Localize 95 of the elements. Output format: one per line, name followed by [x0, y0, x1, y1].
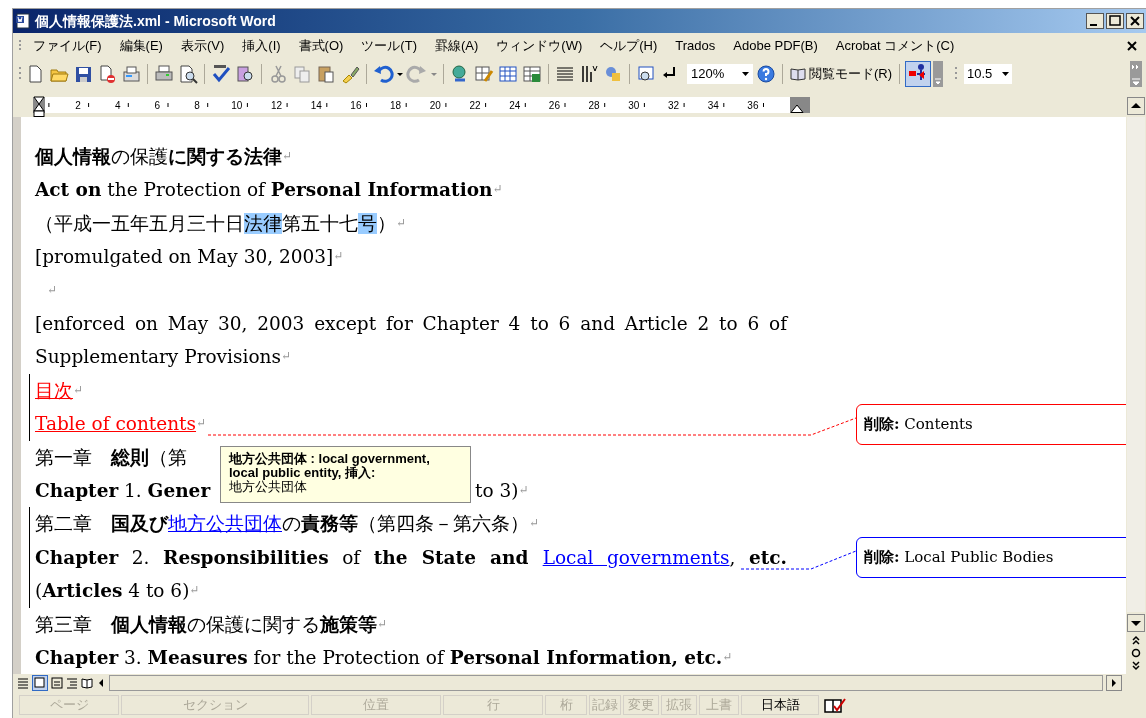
left-indent-marker[interactable]	[33, 96, 45, 117]
menu-item[interactable]: ツール(T)	[354, 34, 424, 58]
book-icon[interactable]	[81, 677, 93, 689]
ruler-number: 4	[114, 100, 121, 111]
paragraph: Act on the Protection of Personal Information↵	[34, 178, 503, 203]
menu-item[interactable]: 書式(O)	[291, 34, 351, 58]
caret-icon	[742, 72, 749, 76]
ruler-number: 18	[390, 100, 402, 111]
paragraph: [enforced on May 30, 2003 except for Chapter 4 to 6 and Article 2 to 6 of Supplementary Provisions↵	[34, 312, 787, 370]
paragraph: 第二章 国及び地方公共団体の責務等（第四条－第六条）↵	[29, 507, 540, 541]
ruler-number: 6	[154, 100, 161, 111]
caret-icon	[1002, 72, 1010, 76]
menu-item[interactable]: ウィンドウ(W)	[489, 34, 590, 58]
book-icon	[790, 67, 806, 81]
spelling-status-icon	[821, 696, 849, 714]
ruler-number: 30	[628, 100, 640, 111]
reading-mode-button[interactable]: 閲覧モード(R)	[788, 63, 895, 85]
layout-view-icon[interactable]	[32, 675, 48, 691]
paragraph: Chapter 2. Responsibilities of the State and Local governments, etc. (Articles 4 to 6)↵	[29, 540, 787, 608]
status-item: 位置	[311, 695, 441, 715]
paragraph: [promulgated on May 30, 2003]↵	[34, 245, 344, 270]
ruler-number: 12	[270, 100, 283, 111]
paragraph: 第一章 総則（第	[34, 445, 187, 470]
normal-view-icon[interactable]	[17, 677, 29, 689]
ruler-number: 20	[429, 100, 441, 111]
window-title: 個人情報保護法.xml - Microsoft Word	[35, 11, 276, 31]
word-document-icon	[15, 13, 31, 29]
menu-item[interactable]: 表示(V)	[173, 34, 232, 58]
print-preview-icon[interactable]	[177, 63, 199, 85]
browse-object-icon[interactable]	[1131, 648, 1141, 658]
zoom-dropdown[interactable]: 120%	[687, 64, 753, 84]
spreadsheet-icon[interactable]	[521, 63, 543, 85]
menu-item[interactable]: Trados	[668, 34, 723, 58]
paste-icon[interactable]	[315, 63, 337, 85]
ruler-number: 16	[350, 100, 362, 111]
status-item: 記録	[589, 695, 621, 715]
status-item: 変更	[623, 695, 659, 715]
close-button[interactable]	[1126, 13, 1144, 29]
menu-item[interactable]: 挿入(I)	[235, 34, 288, 58]
previous-page-icon[interactable]	[1131, 634, 1141, 646]
maximize-button[interactable]	[1106, 13, 1124, 29]
menu-item[interactable]: 編集(E)	[112, 34, 170, 58]
paragraph: （平成一五年五月三十日法律第五十七号）↵	[34, 211, 407, 236]
paragraph: 個人情報の保護に関する法律↵	[33, 145, 293, 169]
fax-icon[interactable]	[120, 63, 142, 85]
ruler-number: 8	[194, 100, 200, 111]
status-item: 拡張	[661, 695, 697, 715]
balloon-text: 削除: Local Public Bodies	[864, 547, 1054, 569]
balloon-text: 削除: Contents	[864, 414, 973, 436]
web-view-icon[interactable]	[51, 677, 63, 689]
paragraph: 第三章 個人情報の保護に関する施策等↵	[34, 612, 388, 637]
minimize-button[interactable]	[1086, 13, 1104, 29]
table-icon[interactable]	[497, 63, 519, 85]
menu-item[interactable]: Adobe PDF(B)	[726, 34, 825, 58]
close-icon[interactable]	[1126, 40, 1138, 52]
paragraph: Table of contents↵	[29, 407, 207, 441]
ruler-number: 32	[667, 100, 680, 111]
ruler-number: 34	[707, 100, 719, 111]
caret-icon[interactable]	[396, 71, 404, 77]
ruler-number: 22	[469, 100, 481, 111]
status-item: 桁	[545, 695, 587, 715]
status-item: 日本語	[741, 695, 819, 715]
paragraph: 目次↵	[29, 373, 84, 408]
ruler-number: 2	[75, 100, 81, 111]
status-item: セクション	[121, 695, 309, 715]
spellcheck-icon[interactable]	[210, 63, 232, 85]
paragraph-text: to 3)↵	[475, 479, 529, 504]
help-icon[interactable]	[755, 63, 777, 85]
ruler-number: 24	[509, 100, 521, 111]
menu-item[interactable]: Acrobat コメント(C)	[828, 34, 962, 58]
toolbar-options-icon[interactable]	[1130, 61, 1142, 87]
tooltip-text: 地方公共団体	[229, 480, 307, 494]
font-size-dropdown[interactable]: 10.5	[964, 64, 1013, 84]
menu-item[interactable]: ヘルプ(H)	[593, 34, 665, 58]
tooltip-heading: 地方公共団体 : local government, local public entity, 挿入:	[229, 452, 431, 480]
right-indent-marker[interactable]	[790, 97, 810, 113]
ruler-number: 36	[747, 100, 759, 111]
ruler-number: 14	[310, 100, 322, 111]
horizontal-scrollbar[interactable]	[109, 675, 1103, 691]
ruler-number: 10	[231, 100, 243, 111]
status-item: 上書	[699, 695, 739, 715]
ruler-number: 26	[548, 100, 560, 111]
grip-icon	[955, 66, 959, 82]
paragraph: ↵	[46, 281, 58, 299]
outline-view-icon[interactable]	[66, 677, 78, 689]
menu-item[interactable]: 罫線(A)	[427, 34, 486, 58]
next-page-icon[interactable]	[1131, 660, 1141, 672]
grip-icon	[19, 66, 22, 82]
paragraph: Chapter 1. Gener	[34, 479, 211, 504]
undo-icon[interactable]	[372, 63, 394, 85]
status-item: 行	[443, 695, 543, 715]
grip-icon	[19, 39, 22, 53]
menu-item[interactable]: ファイル(F)	[26, 34, 109, 58]
ruler-number: 28	[588, 100, 600, 111]
paragraph: Chapter 3. Measures for the Protection of Personal Information, etc.↵	[34, 646, 733, 671]
